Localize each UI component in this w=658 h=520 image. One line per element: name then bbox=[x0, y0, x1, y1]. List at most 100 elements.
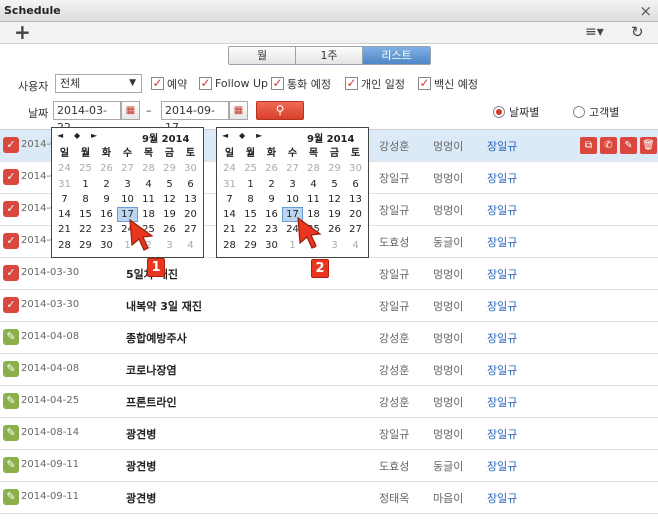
checkmark-icon[interactable]: ✓ bbox=[3, 297, 19, 313]
calendar-day[interactable]: 30 bbox=[96, 238, 117, 253]
calendar-day[interactable]: 13 bbox=[345, 192, 366, 207]
calendar-day[interactable]: 30 bbox=[261, 238, 282, 253]
checkmark-icon[interactable]: ✓ bbox=[3, 233, 19, 249]
calendar-day[interactable]: 9 bbox=[261, 192, 282, 207]
calendar-day[interactable]: 10 bbox=[117, 192, 138, 207]
prev-month-icon[interactable]: ◄ bbox=[222, 131, 228, 140]
calendar-day[interactable]: 22 bbox=[75, 222, 96, 237]
calendar-day[interactable]: 12 bbox=[324, 192, 345, 207]
tab-list[interactable]: 리스트 bbox=[363, 47, 430, 64]
user-select[interactable]: 전체 ▼ bbox=[55, 74, 142, 93]
calendar-day[interactable]: 28 bbox=[303, 161, 324, 176]
date-to-input[interactable]: 2014-09-17 bbox=[161, 101, 229, 134]
checkmark-icon[interactable]: ✓ bbox=[3, 265, 19, 281]
table-row[interactable]: ✎ 2014-04-25 프론트라인 강성훈 멍멍이 장일규 bbox=[0, 386, 658, 418]
calendar-day[interactable]: 4 bbox=[138, 177, 159, 192]
calendar-day[interactable]: 26 bbox=[261, 161, 282, 176]
checkbox-checked-icon[interactable]: ✓ bbox=[199, 77, 212, 90]
calendar-day[interactable]: 14 bbox=[54, 207, 75, 222]
calendar-day[interactable]: 2 bbox=[96, 177, 117, 192]
next-month-icon[interactable]: ► bbox=[256, 131, 262, 140]
calendar-day[interactable]: 8 bbox=[240, 192, 261, 207]
calendar-day[interactable]: 20 bbox=[345, 207, 366, 222]
table-row[interactable]: ✎ 2014-09-11 광견병 도효성 동글이 장일규 bbox=[0, 450, 658, 482]
checkmark-icon[interactable]: ✓ bbox=[3, 169, 19, 185]
checkmark-icon[interactable]: ✓ bbox=[3, 201, 19, 217]
calendar-day[interactable]: 4 bbox=[180, 238, 201, 253]
row-owner[interactable]: 장일규 bbox=[487, 266, 517, 282]
calendar-day[interactable]: 31 bbox=[54, 177, 75, 192]
row-owner[interactable]: 장일규 bbox=[487, 362, 517, 378]
tab-month[interactable]: 월 bbox=[229, 47, 296, 64]
calendar-day[interactable]: 20 bbox=[180, 207, 201, 222]
table-row[interactable]: ✓ 2014-03-30 내복약 3일 재진 장일규 멍멍이 장일규 bbox=[0, 290, 658, 322]
calendar-day[interactable]: 21 bbox=[54, 222, 75, 237]
calendar-day[interactable]: 29 bbox=[240, 238, 261, 253]
menu-icon[interactable]: ≡▾ bbox=[585, 24, 604, 40]
calendar-day[interactable]: 27 bbox=[117, 161, 138, 176]
calendar-day[interactable]: 9 bbox=[96, 192, 117, 207]
calendar-day[interactable]: 4 bbox=[303, 177, 324, 192]
row-owner[interactable]: 장일규 bbox=[487, 170, 517, 186]
calendar-icon[interactable]: ▦ bbox=[121, 101, 140, 120]
calendar-day[interactable]: 24 bbox=[219, 161, 240, 176]
edit-icon[interactable]: ✎ bbox=[620, 137, 637, 154]
radio-off-icon[interactable] bbox=[573, 106, 585, 118]
calendar-day[interactable]: 7 bbox=[219, 192, 240, 207]
calendar-day[interactable]: 1 bbox=[240, 177, 261, 192]
calendar-day[interactable]: 6 bbox=[180, 177, 201, 192]
calendar-day[interactable]: 11 bbox=[303, 192, 324, 207]
radio-by-date[interactable]: 날짜별 bbox=[493, 104, 539, 120]
table-row[interactable]: ✎ 2014-04-08 코로나장염 강성훈 멍멍이 장일규 bbox=[0, 354, 658, 386]
copy-icon[interactable]: ⧉ bbox=[580, 137, 597, 154]
calendar-day[interactable]: 23 bbox=[261, 222, 282, 237]
next-month-icon[interactable]: ► bbox=[91, 131, 97, 140]
pencil-icon[interactable]: ✎ bbox=[3, 393, 19, 409]
calendar-day[interactable]: 23 bbox=[96, 222, 117, 237]
row-owner[interactable]: 장일규 bbox=[487, 426, 517, 442]
table-row[interactable]: ✎ 2014-08-14 광견병 장일규 멍멍이 장일규 bbox=[0, 418, 658, 450]
add-icon[interactable]: + bbox=[14, 20, 31, 44]
pencil-icon[interactable]: ✎ bbox=[3, 457, 19, 473]
row-owner[interactable]: 장일규 bbox=[487, 138, 517, 154]
calendar-day[interactable]: 5 bbox=[159, 177, 180, 192]
today-icon[interactable]: ◆ bbox=[74, 131, 80, 140]
calendar-day[interactable]: 29 bbox=[75, 238, 96, 253]
calendar-day[interactable]: 12 bbox=[159, 192, 180, 207]
calendar-day[interactable]: 24 bbox=[54, 161, 75, 176]
tab-week[interactable]: 1주 bbox=[296, 47, 363, 64]
pencil-icon[interactable]: ✎ bbox=[3, 489, 19, 505]
calendar-day[interactable]: 2 bbox=[261, 177, 282, 192]
calendar-day[interactable]: 10 bbox=[282, 192, 303, 207]
table-row[interactable]: ✎ 2014-09-11 광견병 정태옥 마음이 장일규 bbox=[0, 482, 658, 514]
search-button[interactable]: ⚲ bbox=[256, 101, 304, 120]
calendar-day[interactable]: 28 bbox=[138, 161, 159, 176]
radio-by-customer[interactable]: 고객별 bbox=[573, 104, 619, 120]
calendar-day[interactable]: 4 bbox=[345, 238, 366, 253]
checkbox-checked-icon[interactable]: ✓ bbox=[418, 77, 431, 90]
calendar-day[interactable]: 31 bbox=[219, 177, 240, 192]
check-followup[interactable]: ✓ Follow Up bbox=[199, 76, 268, 91]
calendar-day[interactable]: 26 bbox=[159, 222, 180, 237]
checkbox-checked-icon[interactable]: ✓ bbox=[151, 77, 164, 90]
row-owner[interactable]: 장일규 bbox=[487, 330, 517, 346]
refresh-icon[interactable]: ↻ bbox=[631, 23, 644, 41]
calendar-day[interactable]: 8 bbox=[75, 192, 96, 207]
delete-icon[interactable]: 🗑 bbox=[640, 137, 657, 154]
calendar-day[interactable]: 16 bbox=[96, 207, 117, 222]
calendar-day[interactable]: 19 bbox=[324, 207, 345, 222]
calendar-day[interactable]: 29 bbox=[159, 161, 180, 176]
calendar-day[interactable]: 22 bbox=[240, 222, 261, 237]
calendar-day[interactable]: 3 bbox=[324, 238, 345, 253]
table-row[interactable]: ✓ 2014-03-30 5일차 재진 장일규 멍멍이 장일규 bbox=[0, 258, 658, 290]
calendar-day[interactable]: 30 bbox=[180, 161, 201, 176]
check-call[interactable]: ✓ 통화 예정 bbox=[271, 76, 331, 91]
pencil-icon[interactable]: ✎ bbox=[3, 425, 19, 441]
calendar-day[interactable]: 19 bbox=[159, 207, 180, 222]
calendar-day[interactable]: 27 bbox=[345, 222, 366, 237]
check-personal[interactable]: ✓ 개인 일정 bbox=[345, 76, 405, 91]
calendar-day[interactable]: 16 bbox=[261, 207, 282, 222]
calendar-day[interactable]: 30 bbox=[345, 161, 366, 176]
calendar-day[interactable]: 27 bbox=[180, 222, 201, 237]
calendar-day[interactable]: 7 bbox=[54, 192, 75, 207]
